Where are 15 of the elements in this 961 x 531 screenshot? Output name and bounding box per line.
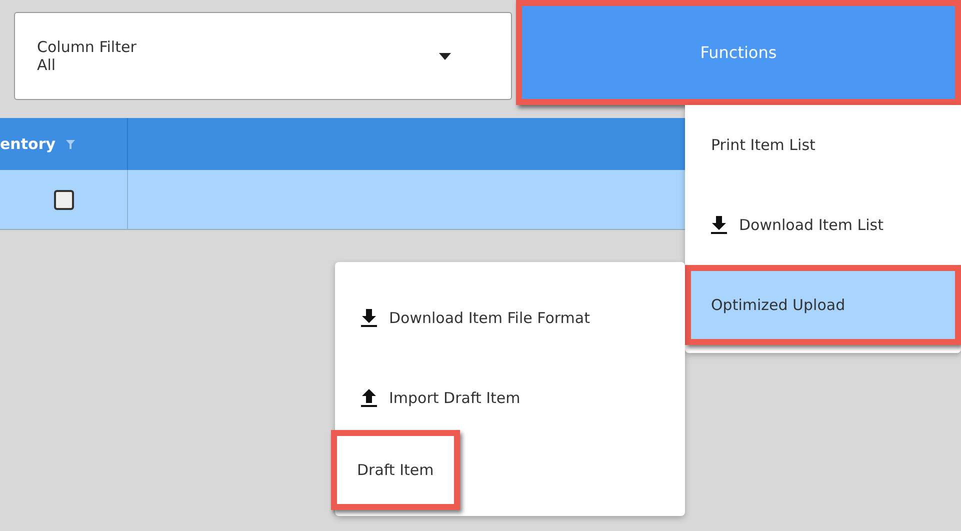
column-filter-dropdown[interactable]: Column Filter All [14, 12, 512, 100]
filter-label: Column Filter [37, 38, 136, 56]
row-checkbox[interactable] [54, 190, 74, 210]
menu-item[interactable]: Print Item List [685, 105, 961, 185]
upload-icon [361, 389, 377, 407]
menu-item[interactable]: Import Draft Item [335, 358, 685, 438]
filter-icon[interactable] [66, 140, 75, 148]
menu-item[interactable]: Download Item File Format [335, 278, 685, 358]
download-icon [711, 216, 727, 234]
filter-value: All [37, 56, 57, 74]
menu-item[interactable]: Optimized Upload [685, 265, 961, 345]
menu-item[interactable]: Draft Item [331, 430, 460, 510]
menu-item[interactable]: Download Item List [685, 185, 961, 265]
download-icon [361, 309, 377, 327]
caret-icon [439, 52, 451, 60]
